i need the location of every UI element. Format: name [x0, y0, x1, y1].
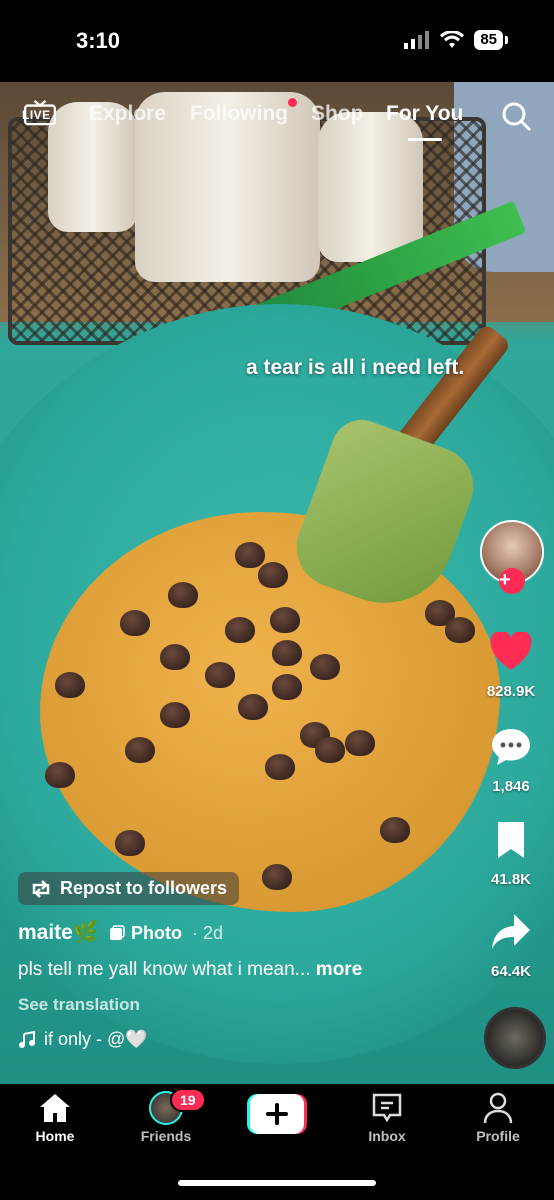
sound-disc[interactable] — [478, 1003, 546, 1071]
comment-count: 1,846 — [492, 778, 530, 795]
like-count: 828.9K — [486, 683, 536, 700]
photo-tag: Photo — [109, 923, 182, 944]
nav-profile[interactable]: Profile — [458, 1092, 538, 1144]
sound-name: if only - @🤍 — [44, 1029, 148, 1049]
post-age: · 2d — [192, 922, 224, 943]
wifi-icon — [440, 31, 465, 48]
status-time: 3:10 — [76, 28, 121, 53]
tab-for-you[interactable]: For You — [386, 102, 463, 126]
battery-tip — [505, 36, 508, 44]
search-icon[interactable] — [500, 100, 532, 132]
repost-label: Repost to followers — [60, 878, 228, 898]
user-line: maite🌿 Photo · 2d — [18, 921, 488, 945]
comment-button[interactable]: 1,846 — [473, 727, 549, 795]
overlay-caption: a tear is all i need left. — [246, 356, 465, 379]
chocolate-chip — [310, 654, 340, 680]
home-indicator[interactable] — [178, 1180, 376, 1186]
follow-plus-icon[interactable]: + — [499, 568, 525, 594]
chocolate-chip — [445, 617, 475, 643]
like-button[interactable]: 828.9K — [473, 630, 549, 700]
chocolate-chip — [272, 640, 302, 666]
tab-following[interactable]: Following — [190, 102, 288, 126]
chocolate-chip — [125, 737, 155, 763]
post-info: Repost to followers maite🌿 Photo · 2d pl… — [18, 872, 488, 1050]
chocolate-chip — [265, 754, 295, 780]
status-icons: 85 — [404, 30, 508, 50]
chocolate-chip — [270, 607, 300, 633]
creator-avatar-button[interactable]: + — [480, 520, 544, 594]
chocolate-chip — [315, 737, 345, 763]
repost-icon — [32, 879, 50, 898]
chocolate-chip — [235, 542, 265, 568]
music-disc-icon — [484, 1007, 546, 1069]
nav-inbox[interactable]: Inbox — [347, 1092, 427, 1144]
top-nav: LIVE Explore Following Shop For You — [0, 96, 554, 141]
chocolate-chip — [45, 762, 75, 788]
chocolate-chip — [120, 610, 150, 636]
live-label: LIVE — [22, 108, 51, 122]
home-icon — [40, 1094, 70, 1122]
chocolate-chip — [205, 662, 235, 688]
description-text: pls tell me yall know what i mean... — [18, 959, 311, 980]
chocolate-chip — [272, 674, 302, 700]
friends-badge: 19 — [170, 1088, 206, 1112]
post-description[interactable]: pls tell me yall know what i mean... mor… — [18, 959, 488, 981]
chocolate-chip — [55, 672, 85, 698]
username[interactable]: maite🌿 — [18, 921, 99, 945]
tab-explore[interactable]: Explore — [89, 102, 166, 126]
inbox-icon — [372, 1093, 402, 1123]
chocolate-chip — [380, 817, 410, 843]
nav-home-label: Home — [35, 1128, 75, 1144]
chocolate-chip — [168, 582, 198, 608]
notification-dot — [288, 98, 297, 107]
more-link[interactable]: more — [316, 959, 362, 980]
chocolate-chip — [225, 617, 255, 643]
cellular-signal-icon — [404, 31, 430, 49]
music-note-icon — [19, 1030, 35, 1048]
photo-tag-label: Photo — [131, 922, 183, 943]
comment-icon — [492, 729, 530, 765]
chocolate-chip — [238, 694, 268, 720]
see-translation-link[interactable]: See translation — [18, 995, 488, 1015]
photo-icon — [110, 925, 125, 940]
nav-friends-label: Friends — [140, 1128, 192, 1144]
chocolate-chip — [160, 702, 190, 728]
heart-icon — [490, 630, 532, 670]
nav-inbox-label: Inbox — [368, 1128, 406, 1144]
chocolate-chip — [258, 562, 288, 588]
battery-level: 85 — [474, 30, 503, 50]
profile-icon — [483, 1092, 513, 1124]
create-plus-icon — [247, 1094, 307, 1134]
chocolate-chip — [345, 730, 375, 756]
tab-shop[interactable]: Shop — [311, 102, 364, 126]
nav-home[interactable]: Home — [15, 1092, 95, 1144]
share-arrow-icon — [492, 914, 530, 949]
chocolate-chip — [160, 644, 190, 670]
nav-profile-label: Profile — [476, 1128, 520, 1144]
sound-link[interactable]: if only - @🤍 — [18, 1029, 488, 1050]
bookmark-icon — [498, 822, 524, 858]
avatar: + — [480, 520, 544, 594]
active-tab-indicator — [408, 138, 442, 141]
repost-button[interactable]: Repost to followers — [18, 872, 240, 905]
status-bar: 3:10 85 — [0, 0, 554, 82]
chocolate-chip — [115, 830, 145, 856]
